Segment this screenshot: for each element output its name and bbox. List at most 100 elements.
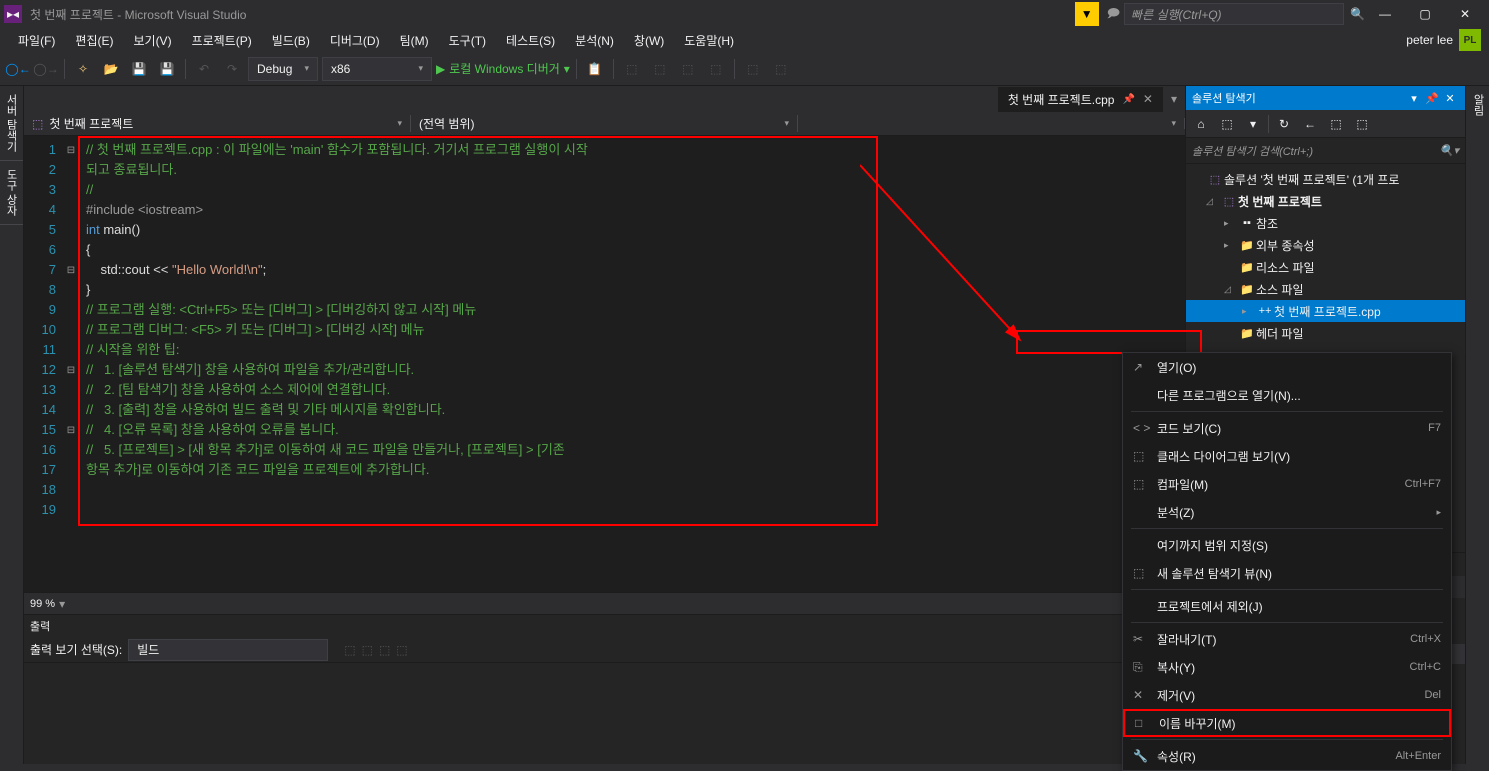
- toolbar-btn-3[interactable]: ⬚: [648, 57, 672, 81]
- solution-search[interactable]: 솔루션 탐색기 검색(Ctrl+;) 🔍▾: [1186, 138, 1465, 164]
- tree-project[interactable]: ◿⬚첫 번째 프로젝트: [1186, 190, 1465, 212]
- output-btn-3[interactable]: ⬚: [379, 643, 390, 657]
- notification-flag-icon[interactable]: ▼: [1075, 2, 1099, 26]
- nav-back-button[interactable]: ◯←: [6, 57, 30, 81]
- document-tabs: 첫 번째 프로젝트.cpp 📌 ✕ ▾: [24, 86, 1185, 112]
- output-source-select[interactable]: 빌드: [128, 639, 328, 661]
- doc-tab-active[interactable]: 첫 번째 프로젝트.cpp 📌 ✕: [998, 87, 1163, 112]
- tree-references[interactable]: ▸▪▪참조: [1186, 212, 1465, 234]
- menu-help[interactable]: 도움말(H): [674, 28, 744, 53]
- menu-test[interactable]: 테스트(S): [496, 28, 565, 53]
- code-content[interactable]: // 첫 번째 프로젝트.cpp : 이 파일에는 'main' 함수가 포함됩…: [78, 136, 1185, 592]
- ctx-open[interactable]: ↗열기(O): [1123, 353, 1451, 381]
- ctx-class-diagram[interactable]: ⬚클래스 다이어그램 보기(V): [1123, 442, 1451, 470]
- platform-select[interactable]: x86: [322, 57, 432, 81]
- toolbar: ◯← ◯→ ✧ 📂 💾 💾 ↶ ↷ Debug x86 ▶ 로컬 Windows…: [0, 52, 1489, 86]
- config-select[interactable]: Debug: [248, 57, 318, 81]
- output-btn-1[interactable]: ⬚: [344, 643, 355, 657]
- ctx-exclude[interactable]: 프로젝트에서 제외(J): [1123, 592, 1451, 620]
- menu-team[interactable]: 팀(M): [390, 28, 439, 53]
- se-btn-3[interactable]: ▾: [1242, 113, 1264, 135]
- search-icon: 🔍▾: [1440, 144, 1459, 157]
- se-btn-7[interactable]: ⬚: [1351, 113, 1373, 135]
- ctx-delete[interactable]: ✕제거(V)Del: [1123, 681, 1451, 709]
- redo-button[interactable]: ↷: [220, 57, 244, 81]
- menu-edit[interactable]: 편집(E): [65, 28, 123, 53]
- toolbox-tab[interactable]: 도구 상자: [0, 161, 23, 225]
- output-content[interactable]: [24, 663, 1185, 764]
- save-all-button[interactable]: 💾: [155, 57, 179, 81]
- toolbar-btn-2[interactable]: ⬚: [620, 57, 644, 81]
- toolbar-btn-4[interactable]: ⬚: [676, 57, 700, 81]
- output-btn-2[interactable]: ⬚: [362, 643, 373, 657]
- wrench-icon: 🔧: [1133, 749, 1157, 763]
- server-explorer-tab[interactable]: 서버 탐색기: [0, 86, 23, 161]
- ctx-properties[interactable]: 🔧속성(R)Alt+Enter: [1123, 742, 1451, 770]
- menu-debug[interactable]: 디버그(D): [320, 28, 390, 53]
- notifications-tab[interactable]: 알림: [1466, 86, 1489, 124]
- se-home-icon[interactable]: ⌂: [1190, 113, 1212, 135]
- toolbar-btn-1[interactable]: 📋: [583, 57, 607, 81]
- tree-source-file[interactable]: ▸++첫 번째 프로젝트.cpp: [1186, 300, 1465, 322]
- open-icon: ↗: [1133, 360, 1157, 374]
- function-selector[interactable]: [798, 118, 1185, 129]
- ctx-scope-here[interactable]: 여기까지 범위 지정(S): [1123, 531, 1451, 559]
- quick-launch-input[interactable]: 빠른 실행(Ctrl+Q): [1124, 3, 1344, 25]
- compile-icon: ⬚: [1133, 477, 1157, 491]
- output-filter-label: 출력 보기 선택(S):: [30, 641, 122, 658]
- open-file-button[interactable]: 📂: [99, 57, 123, 81]
- context-menu: ↗열기(O) 다른 프로그램으로 열기(N)... < >코드 보기(C)F7 …: [1122, 352, 1452, 771]
- code-editor[interactable]: 12345678910111213141516171819 ⊟⊟⊟⊟ // 첫 …: [24, 136, 1185, 592]
- ctx-view-code[interactable]: < >코드 보기(C)F7: [1123, 414, 1451, 442]
- tree-source-files[interactable]: ◿📁소스 파일: [1186, 278, 1465, 300]
- tree-header-files[interactable]: 📁헤더 파일: [1186, 322, 1465, 344]
- nav-forward-button[interactable]: ◯→: [34, 57, 58, 81]
- ctx-compile[interactable]: ⬚컴파일(M)Ctrl+F7: [1123, 470, 1451, 498]
- se-btn-5[interactable]: ←: [1299, 113, 1321, 135]
- close-tab-icon[interactable]: ✕: [1143, 92, 1153, 106]
- tree-solution[interactable]: ⬚솔루션 '첫 번째 프로젝트' (1개 프로: [1186, 168, 1465, 190]
- menu-tools[interactable]: 도구(T): [439, 28, 496, 53]
- ctx-new-view[interactable]: ⬚새 솔루션 탐색기 뷰(N): [1123, 559, 1451, 587]
- panel-close-icon[interactable]: ✕: [1441, 92, 1459, 105]
- ctx-analyze[interactable]: 분석(Z)▸: [1123, 498, 1451, 526]
- minimize-button[interactable]: —: [1365, 0, 1405, 28]
- member-selector[interactable]: (전역 범위): [411, 115, 798, 132]
- panel-pin-icon[interactable]: 📌: [1423, 92, 1441, 105]
- scope-selector[interactable]: ⬚첫 번째 프로젝트: [24, 115, 411, 132]
- toolbar-btn-5[interactable]: ⬚: [704, 57, 728, 81]
- new-project-button[interactable]: ✧: [71, 57, 95, 81]
- ctx-open-with[interactable]: 다른 프로그램으로 열기(N)...: [1123, 381, 1451, 409]
- undo-button[interactable]: ↶: [192, 57, 216, 81]
- tree-external-deps[interactable]: ▸📁외부 종속성: [1186, 234, 1465, 256]
- se-refresh-icon[interactable]: ↻: [1273, 113, 1295, 135]
- menu-file[interactable]: 파일(F): [8, 28, 65, 53]
- menu-window[interactable]: 창(W): [624, 28, 674, 53]
- toolbar-btn-6[interactable]: ⬚: [741, 57, 765, 81]
- output-btn-4[interactable]: ⬚: [396, 643, 407, 657]
- tab-dropdown-icon[interactable]: ▾: [1171, 92, 1177, 106]
- close-button[interactable]: ✕: [1445, 0, 1485, 28]
- user-account[interactable]: peter lee PL: [1406, 29, 1481, 51]
- pin-icon[interactable]: 📌: [1122, 94, 1134, 105]
- ctx-cut[interactable]: ✂잘라내기(T)Ctrl+X: [1123, 625, 1451, 653]
- start-debug-button[interactable]: ▶ 로컬 Windows 디버거 ▾: [436, 60, 570, 77]
- feedback-icon[interactable]: 🗩: [1107, 4, 1120, 25]
- toolbar-btn-7[interactable]: ⬚: [769, 57, 793, 81]
- menu-analyze[interactable]: 분석(N): [565, 28, 624, 53]
- se-btn-6[interactable]: ⬚: [1325, 113, 1347, 135]
- menu-build[interactable]: 빌드(B): [262, 28, 320, 53]
- ctx-copy[interactable]: ⎘복사(Y)Ctrl+C: [1123, 653, 1451, 681]
- save-button[interactable]: 💾: [127, 57, 151, 81]
- search-icon[interactable]: 🔍: [1350, 7, 1365, 21]
- se-btn-2[interactable]: ⬚: [1216, 113, 1238, 135]
- menu-project[interactable]: 프로젝트(P): [182, 28, 262, 53]
- maximize-button[interactable]: ▢: [1405, 0, 1445, 28]
- zoom-level[interactable]: 99 %: [30, 598, 55, 610]
- copy-icon: ⎘: [1133, 660, 1157, 675]
- tree-resource-files[interactable]: 📁리소스 파일: [1186, 256, 1465, 278]
- output-panel: 출력 ▾ 📌 ✕ 출력 보기 선택(S): 빌드 ⬚ ⬚ ⬚ ⬚: [24, 614, 1185, 764]
- ctx-rename[interactable]: □이름 바꾸기(M): [1123, 709, 1451, 737]
- panel-dropdown-icon[interactable]: ▾: [1405, 92, 1423, 105]
- menu-view[interactable]: 보기(V): [123, 28, 181, 53]
